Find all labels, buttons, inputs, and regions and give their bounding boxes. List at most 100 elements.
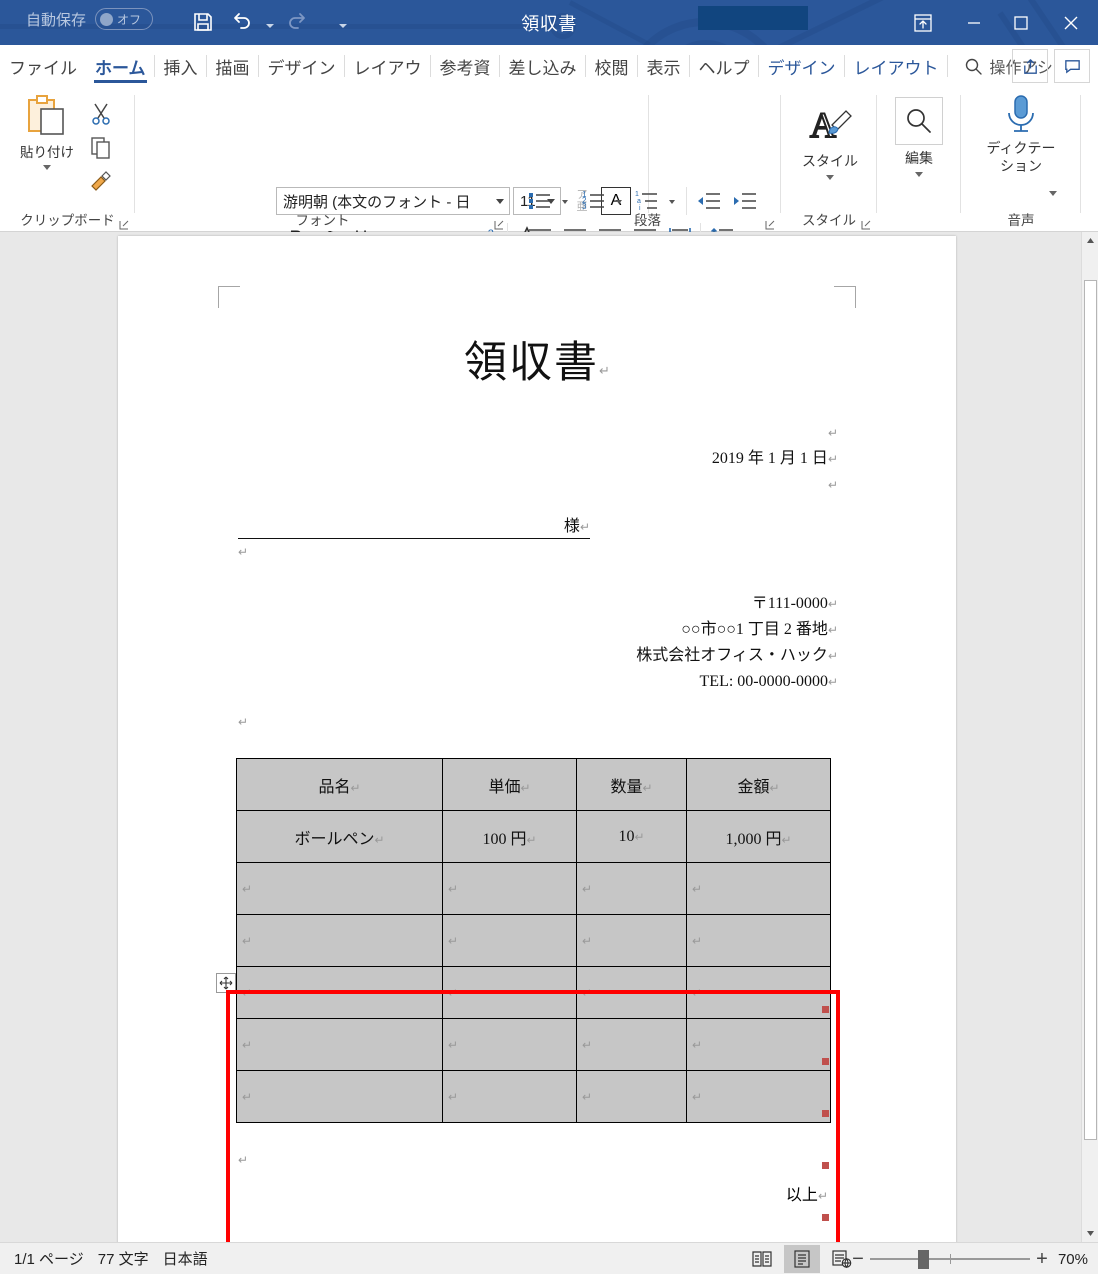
table-row[interactable]: ↵ ↵ ↵ ↵: [236, 914, 831, 967]
bullets-dropdown-icon[interactable]: [558, 196, 572, 208]
table-row[interactable]: ボールペン↵ 100 円↵ 10↵ 1,000 円↵: [236, 810, 831, 863]
multilevel-list-dropdown-icon[interactable]: [665, 196, 679, 208]
tab-references[interactable]: 参考資: [431, 45, 500, 87]
scroll-up-icon[interactable]: [1083, 232, 1098, 249]
table-cell[interactable]: ↵: [236, 914, 443, 967]
issuer-company: 株式会社オフィス・ハック↵: [636, 647, 838, 664]
tab-table-layout[interactable]: レイアウト: [845, 45, 948, 87]
tab-draw[interactable]: 描画: [207, 45, 259, 87]
vertical-scrollbar[interactable]: [1081, 232, 1098, 1242]
table-cell[interactable]: ↵: [442, 862, 577, 915]
word-count[interactable]: 77 文字: [98, 1248, 149, 1269]
receipt-table[interactable]: 品名↵ 単価↵ 数量↵ 金額↵ ボールペン↵ 100 円↵ 10↵ 1,000 …: [236, 758, 831, 1123]
table-cell[interactable]: ↵: [686, 1018, 831, 1071]
font-dialog-launcher-icon[interactable]: [494, 217, 504, 230]
page-indicator[interactable]: 1/1 ページ: [14, 1248, 84, 1269]
font-name-dropdown-icon[interactable]: [496, 198, 504, 204]
maximize-icon[interactable]: [997, 0, 1044, 45]
receipt-table-wrapper[interactable]: 品名↵ 単価↵ 数量↵ 金額↵ ボールペン↵ 100 円↵ 10↵ 1,000 …: [236, 758, 831, 1123]
table-cell[interactable]: 1,000 円↵: [686, 810, 831, 863]
paste-dropdown-icon[interactable]: [43, 165, 51, 170]
editing-dropdown-icon[interactable]: [915, 172, 923, 177]
zoom-out-button[interactable]: −: [848, 1248, 868, 1271]
table-cell[interactable]: 10↵: [576, 810, 687, 863]
numbering-dropdown-icon[interactable]: [612, 196, 626, 208]
tab-view[interactable]: 表示: [638, 45, 690, 87]
table-row[interactable]: ↵ ↵ ↵ ↵: [236, 862, 831, 915]
styles-button[interactable]: A スタイル: [795, 101, 865, 180]
tab-design[interactable]: デザイン: [259, 45, 345, 87]
paste-button[interactable]: 貼り付け: [14, 93, 80, 170]
table-cell[interactable]: ↵: [686, 1070, 831, 1123]
table-cell[interactable]: ↵: [576, 862, 687, 915]
tab-table-design[interactable]: デザイン: [759, 45, 845, 87]
comment-icon[interactable]: [1054, 49, 1090, 83]
styles-dropdown-icon[interactable]: [826, 175, 834, 180]
table-header-cell[interactable]: 品名↵: [236, 758, 443, 811]
tab-insert[interactable]: 挿入: [155, 45, 207, 87]
table-cell[interactable]: ↵: [686, 966, 831, 1019]
clipboard-dialog-launcher-icon[interactable]: [119, 217, 129, 230]
row-handle[interactable]: [822, 1214, 829, 1221]
minimize-icon[interactable]: [950, 0, 997, 45]
tab-mailings[interactable]: 差し込み: [500, 45, 586, 87]
table-cell[interactable]: ↵: [236, 1018, 443, 1071]
paragraph-dialog-launcher-icon[interactable]: [765, 217, 775, 230]
table-cell[interactable]: ↵: [236, 966, 443, 1019]
table-cell[interactable]: ↵: [236, 862, 443, 915]
row-handle[interactable]: [822, 1058, 829, 1065]
language-indicator[interactable]: 日本語: [163, 1248, 208, 1269]
tab-help[interactable]: ヘルプ: [690, 45, 759, 87]
table-header-cell[interactable]: 金額↵: [686, 758, 831, 811]
close-icon[interactable]: [1044, 0, 1098, 45]
print-layout-icon[interactable]: [784, 1245, 820, 1273]
tab-home[interactable]: ホーム: [86, 45, 155, 87]
table-cell[interactable]: ↵: [576, 966, 687, 1019]
table-cell[interactable]: ↵: [442, 1018, 577, 1071]
document-canvas[interactable]: 領収書↵ ↵ 2019 年 1 月 1 日↵ ↵ 様↵ ↵ 〒111-0000↵…: [0, 232, 1098, 1242]
table-cell[interactable]: ↵: [442, 914, 577, 967]
table-cell[interactable]: ↵: [686, 862, 831, 915]
zoom-in-button[interactable]: +: [1032, 1248, 1052, 1271]
table-cell[interactable]: ボールペン↵: [236, 810, 443, 863]
table-cell[interactable]: ↵: [576, 1018, 687, 1071]
table-cell[interactable]: ↵: [236, 1070, 443, 1123]
editing-find-button[interactable]: 編集: [887, 97, 951, 177]
scrollbar-thumb[interactable]: [1084, 280, 1097, 1140]
scroll-down-icon[interactable]: [1083, 1225, 1098, 1242]
cut-icon[interactable]: [84, 97, 118, 131]
table-header-cell[interactable]: 数量↵: [576, 758, 687, 811]
table-cell[interactable]: ↵: [442, 966, 577, 1019]
status-bar-right: − + 70%: [744, 1243, 1088, 1274]
ribbon-display-options-icon[interactable]: [895, 0, 950, 45]
table-header-cell[interactable]: 単価↵: [442, 758, 577, 811]
ribbon-group-font: 游明朝 (本文のフォント - 日 11 ア亜 A B I U ab x2 x2: [135, 87, 649, 289]
copy-icon[interactable]: [84, 131, 118, 165]
table-move-handle[interactable]: [216, 973, 236, 993]
share-icon[interactable]: [1012, 49, 1048, 83]
document-page[interactable]: 領収書↵ ↵ 2019 年 1 月 1 日↵ ↵ 様↵ ↵ 〒111-0000↵…: [118, 236, 956, 1242]
table-cell[interactable]: ↵: [576, 914, 687, 967]
dictate-button[interactable]: ディクテー ション: [969, 93, 1073, 175]
table-header-row[interactable]: 品名↵ 単価↵ 数量↵ 金額↵: [236, 758, 831, 811]
row-handle[interactable]: [822, 1110, 829, 1117]
table-row[interactable]: ↵ ↵ ↵ ↵: [236, 1018, 831, 1071]
zoom-thumb[interactable]: [918, 1250, 929, 1269]
table-row[interactable]: ↵ ↵ ↵ ↵: [236, 1070, 831, 1123]
zoom-slider[interactable]: − +: [852, 1245, 1048, 1273]
dictate-dropdown-icon[interactable]: [1049, 191, 1057, 196]
tab-review[interactable]: 校閲: [586, 45, 638, 87]
styles-dialog-launcher-icon[interactable]: [861, 217, 871, 230]
read-mode-icon[interactable]: [744, 1245, 780, 1273]
table-row[interactable]: ↵ ↵ ↵ ↵: [236, 966, 831, 1019]
table-cell[interactable]: ↵: [576, 1070, 687, 1123]
row-handle[interactable]: [822, 1006, 829, 1013]
table-cell[interactable]: ↵: [686, 914, 831, 967]
table-cell[interactable]: ↵: [442, 1070, 577, 1123]
tab-file[interactable]: ファイル: [0, 45, 86, 87]
table-cell[interactable]: 100 円↵: [442, 810, 577, 863]
window-controls: [895, 0, 1098, 45]
format-painter-icon[interactable]: [84, 165, 118, 199]
row-handle[interactable]: [822, 1162, 829, 1169]
tab-layout[interactable]: レイアウ: [345, 45, 431, 87]
